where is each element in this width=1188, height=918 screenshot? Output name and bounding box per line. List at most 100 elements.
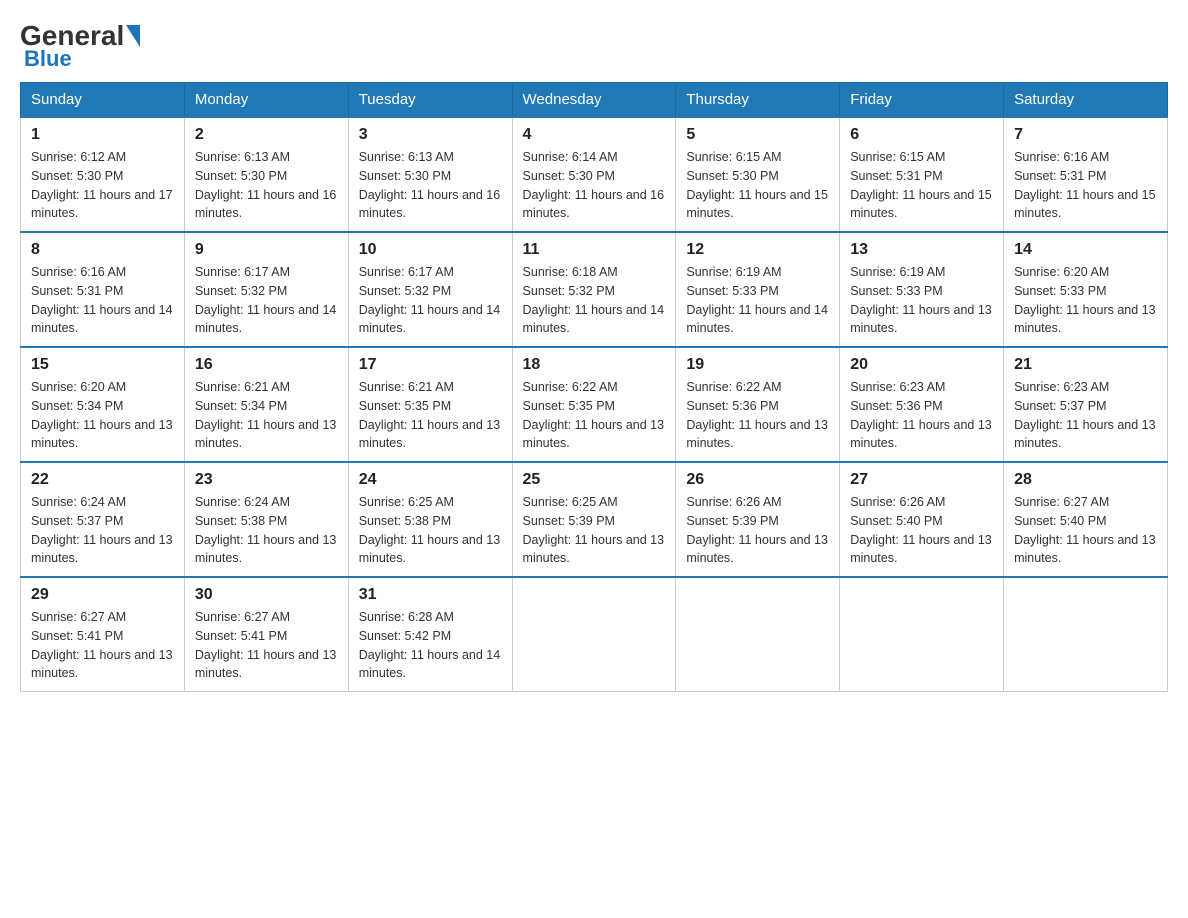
day-info: Sunrise: 6:27 AMSunset: 5:40 PMDaylight:… bbox=[1014, 495, 1156, 565]
day-number: 23 bbox=[195, 471, 338, 489]
calendar-cell: 13 Sunrise: 6:19 AMSunset: 5:33 PMDaylig… bbox=[840, 232, 1004, 347]
day-info: Sunrise: 6:26 AMSunset: 5:39 PMDaylight:… bbox=[686, 495, 828, 565]
calendar-cell: 17 Sunrise: 6:21 AMSunset: 5:35 PMDaylig… bbox=[348, 347, 512, 462]
weekday-header-wednesday: Wednesday bbox=[512, 83, 676, 118]
logo-arrow-icon bbox=[126, 25, 140, 47]
day-number: 28 bbox=[1014, 471, 1157, 489]
calendar-cell: 8 Sunrise: 6:16 AMSunset: 5:31 PMDayligh… bbox=[21, 232, 185, 347]
day-info: Sunrise: 6:17 AMSunset: 5:32 PMDaylight:… bbox=[359, 265, 501, 335]
day-info: Sunrise: 6:20 AMSunset: 5:33 PMDaylight:… bbox=[1014, 265, 1156, 335]
calendar-cell: 15 Sunrise: 6:20 AMSunset: 5:34 PMDaylig… bbox=[21, 347, 185, 462]
day-info: Sunrise: 6:14 AMSunset: 5:30 PMDaylight:… bbox=[523, 150, 665, 220]
day-info: Sunrise: 6:19 AMSunset: 5:33 PMDaylight:… bbox=[686, 265, 828, 335]
calendar-cell: 11 Sunrise: 6:18 AMSunset: 5:32 PMDaylig… bbox=[512, 232, 676, 347]
day-info: Sunrise: 6:26 AMSunset: 5:40 PMDaylight:… bbox=[850, 495, 992, 565]
calendar-week-1: 1 Sunrise: 6:12 AMSunset: 5:30 PMDayligh… bbox=[21, 117, 1168, 232]
day-number: 10 bbox=[359, 241, 502, 259]
weekday-header-thursday: Thursday bbox=[676, 83, 840, 118]
logo: General Blue bbox=[20, 20, 142, 72]
day-number: 8 bbox=[31, 241, 174, 259]
day-info: Sunrise: 6:24 AMSunset: 5:38 PMDaylight:… bbox=[195, 495, 337, 565]
calendar-cell: 7 Sunrise: 6:16 AMSunset: 5:31 PMDayligh… bbox=[1004, 117, 1168, 232]
calendar-cell: 28 Sunrise: 6:27 AMSunset: 5:40 PMDaylig… bbox=[1004, 462, 1168, 577]
weekday-header-saturday: Saturday bbox=[1004, 83, 1168, 118]
day-number: 11 bbox=[523, 241, 666, 259]
day-info: Sunrise: 6:19 AMSunset: 5:33 PMDaylight:… bbox=[850, 265, 992, 335]
calendar-cell: 4 Sunrise: 6:14 AMSunset: 5:30 PMDayligh… bbox=[512, 117, 676, 232]
day-number: 30 bbox=[195, 586, 338, 604]
day-info: Sunrise: 6:17 AMSunset: 5:32 PMDaylight:… bbox=[195, 265, 337, 335]
day-number: 31 bbox=[359, 586, 502, 604]
day-number: 15 bbox=[31, 356, 174, 374]
day-info: Sunrise: 6:13 AMSunset: 5:30 PMDaylight:… bbox=[195, 150, 337, 220]
calendar-cell: 10 Sunrise: 6:17 AMSunset: 5:32 PMDaylig… bbox=[348, 232, 512, 347]
day-info: Sunrise: 6:24 AMSunset: 5:37 PMDaylight:… bbox=[31, 495, 173, 565]
calendar-cell: 26 Sunrise: 6:26 AMSunset: 5:39 PMDaylig… bbox=[676, 462, 840, 577]
calendar-cell: 31 Sunrise: 6:28 AMSunset: 5:42 PMDaylig… bbox=[348, 577, 512, 692]
calendar-cell: 2 Sunrise: 6:13 AMSunset: 5:30 PMDayligh… bbox=[184, 117, 348, 232]
calendar-cell: 22 Sunrise: 6:24 AMSunset: 5:37 PMDaylig… bbox=[21, 462, 185, 577]
day-info: Sunrise: 6:21 AMSunset: 5:35 PMDaylight:… bbox=[359, 380, 501, 450]
day-info: Sunrise: 6:25 AMSunset: 5:38 PMDaylight:… bbox=[359, 495, 501, 565]
calendar-week-2: 8 Sunrise: 6:16 AMSunset: 5:31 PMDayligh… bbox=[21, 232, 1168, 347]
day-number: 6 bbox=[850, 126, 993, 144]
day-number: 9 bbox=[195, 241, 338, 259]
calendar-cell bbox=[840, 577, 1004, 692]
calendar-cell: 21 Sunrise: 6:23 AMSunset: 5:37 PMDaylig… bbox=[1004, 347, 1168, 462]
weekday-header-monday: Monday bbox=[184, 83, 348, 118]
calendar-cell: 3 Sunrise: 6:13 AMSunset: 5:30 PMDayligh… bbox=[348, 117, 512, 232]
day-info: Sunrise: 6:12 AMSunset: 5:30 PMDaylight:… bbox=[31, 150, 173, 220]
day-info: Sunrise: 6:15 AMSunset: 5:30 PMDaylight:… bbox=[686, 150, 828, 220]
calendar-cell: 19 Sunrise: 6:22 AMSunset: 5:36 PMDaylig… bbox=[676, 347, 840, 462]
calendar-cell: 16 Sunrise: 6:21 AMSunset: 5:34 PMDaylig… bbox=[184, 347, 348, 462]
day-info: Sunrise: 6:27 AMSunset: 5:41 PMDaylight:… bbox=[31, 610, 173, 680]
day-info: Sunrise: 6:13 AMSunset: 5:30 PMDaylight:… bbox=[359, 150, 501, 220]
day-number: 19 bbox=[686, 356, 829, 374]
calendar-cell: 23 Sunrise: 6:24 AMSunset: 5:38 PMDaylig… bbox=[184, 462, 348, 577]
calendar-cell: 12 Sunrise: 6:19 AMSunset: 5:33 PMDaylig… bbox=[676, 232, 840, 347]
day-info: Sunrise: 6:23 AMSunset: 5:36 PMDaylight:… bbox=[850, 380, 992, 450]
day-info: Sunrise: 6:22 AMSunset: 5:36 PMDaylight:… bbox=[686, 380, 828, 450]
day-number: 5 bbox=[686, 126, 829, 144]
day-info: Sunrise: 6:16 AMSunset: 5:31 PMDaylight:… bbox=[1014, 150, 1156, 220]
day-info: Sunrise: 6:16 AMSunset: 5:31 PMDaylight:… bbox=[31, 265, 173, 335]
calendar-cell bbox=[512, 577, 676, 692]
weekday-header-sunday: Sunday bbox=[21, 83, 185, 118]
calendar-cell: 1 Sunrise: 6:12 AMSunset: 5:30 PMDayligh… bbox=[21, 117, 185, 232]
calendar-week-3: 15 Sunrise: 6:20 AMSunset: 5:34 PMDaylig… bbox=[21, 347, 1168, 462]
day-number: 2 bbox=[195, 126, 338, 144]
day-info: Sunrise: 6:15 AMSunset: 5:31 PMDaylight:… bbox=[850, 150, 992, 220]
day-number: 25 bbox=[523, 471, 666, 489]
day-info: Sunrise: 6:25 AMSunset: 5:39 PMDaylight:… bbox=[523, 495, 665, 565]
day-number: 27 bbox=[850, 471, 993, 489]
day-number: 29 bbox=[31, 586, 174, 604]
calendar-cell bbox=[1004, 577, 1168, 692]
page-header: General Blue bbox=[20, 20, 1168, 72]
day-number: 21 bbox=[1014, 356, 1157, 374]
day-number: 7 bbox=[1014, 126, 1157, 144]
day-info: Sunrise: 6:27 AMSunset: 5:41 PMDaylight:… bbox=[195, 610, 337, 680]
calendar-cell: 9 Sunrise: 6:17 AMSunset: 5:32 PMDayligh… bbox=[184, 232, 348, 347]
day-number: 1 bbox=[31, 126, 174, 144]
day-info: Sunrise: 6:18 AMSunset: 5:32 PMDaylight:… bbox=[523, 265, 665, 335]
calendar-week-4: 22 Sunrise: 6:24 AMSunset: 5:37 PMDaylig… bbox=[21, 462, 1168, 577]
calendar-cell: 30 Sunrise: 6:27 AMSunset: 5:41 PMDaylig… bbox=[184, 577, 348, 692]
day-info: Sunrise: 6:20 AMSunset: 5:34 PMDaylight:… bbox=[31, 380, 173, 450]
calendar-cell: 6 Sunrise: 6:15 AMSunset: 5:31 PMDayligh… bbox=[840, 117, 1004, 232]
day-number: 20 bbox=[850, 356, 993, 374]
day-number: 12 bbox=[686, 241, 829, 259]
weekday-header-tuesday: Tuesday bbox=[348, 83, 512, 118]
day-number: 3 bbox=[359, 126, 502, 144]
day-number: 18 bbox=[523, 356, 666, 374]
weekday-header-row: SundayMondayTuesdayWednesdayThursdayFrid… bbox=[21, 83, 1168, 118]
calendar-cell bbox=[676, 577, 840, 692]
calendar-cell: 5 Sunrise: 6:15 AMSunset: 5:30 PMDayligh… bbox=[676, 117, 840, 232]
day-number: 26 bbox=[686, 471, 829, 489]
day-number: 4 bbox=[523, 126, 666, 144]
day-info: Sunrise: 6:21 AMSunset: 5:34 PMDaylight:… bbox=[195, 380, 337, 450]
calendar-cell: 18 Sunrise: 6:22 AMSunset: 5:35 PMDaylig… bbox=[512, 347, 676, 462]
calendar-cell: 29 Sunrise: 6:27 AMSunset: 5:41 PMDaylig… bbox=[21, 577, 185, 692]
calendar-table: SundayMondayTuesdayWednesdayThursdayFrid… bbox=[20, 82, 1168, 692]
calendar-cell: 25 Sunrise: 6:25 AMSunset: 5:39 PMDaylig… bbox=[512, 462, 676, 577]
day-number: 16 bbox=[195, 356, 338, 374]
